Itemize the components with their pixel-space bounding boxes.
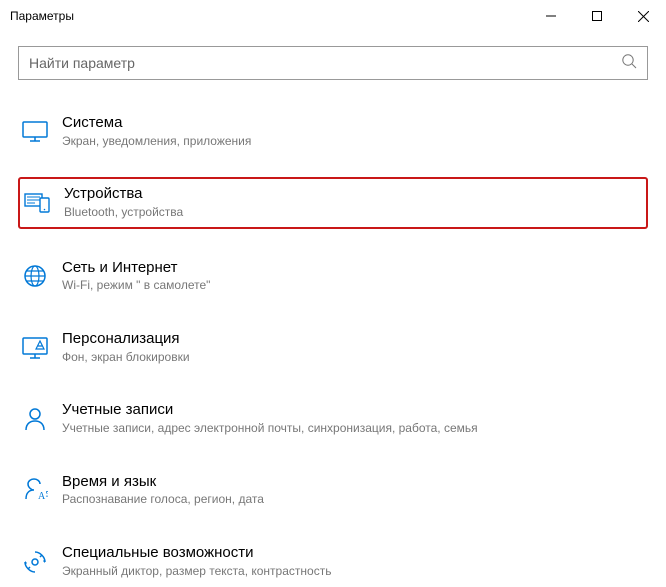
- content-area: Система Экран, уведомления, приложения У…: [0, 32, 666, 587]
- category-subtitle: Wi-Fi, режим " в самолете": [62, 278, 210, 294]
- accounts-icon: [22, 406, 48, 432]
- close-button[interactable]: [620, 0, 666, 32]
- system-icon: [22, 119, 48, 145]
- category-title: Специальные возможности: [62, 544, 331, 563]
- category-personalization[interactable]: Персонализация Фон, экран блокировки: [18, 322, 648, 373]
- category-title: Сеть и Интернет: [62, 259, 210, 278]
- category-subtitle: Экранный диктор, размер текста, контраст…: [62, 564, 331, 580]
- category-subtitle: Фон, экран блокировки: [62, 350, 190, 366]
- minimize-button[interactable]: [528, 0, 574, 32]
- category-time[interactable]: A字 Время и язык Распознавание голоса, ре…: [18, 465, 648, 516]
- category-devices[interactable]: Устройства Bluetooth, устройства: [18, 177, 648, 228]
- category-network[interactable]: Сеть и Интернет Wi-Fi, режим " в самолет…: [18, 251, 648, 302]
- category-subtitle: Распознавание голоса, регион, дата: [62, 492, 264, 508]
- search-input[interactable]: [29, 55, 621, 71]
- devices-icon: [24, 190, 50, 216]
- personalization-icon: [22, 335, 48, 361]
- category-subtitle: Bluetooth, устройства: [64, 205, 183, 221]
- search-box[interactable]: [18, 46, 648, 80]
- close-icon: [638, 11, 649, 22]
- time-icon: A字: [22, 477, 48, 503]
- window-title: Параметры: [10, 9, 74, 23]
- category-title: Учетные записи: [62, 401, 478, 420]
- ease-icon: [22, 549, 48, 575]
- titlebar: Параметры: [0, 0, 666, 32]
- network-icon: [22, 263, 48, 289]
- category-ease[interactable]: Специальные возможности Экранный диктор,…: [18, 536, 648, 587]
- category-title: Система: [62, 114, 251, 133]
- categories-list: Система Экран, уведомления, приложения У…: [18, 106, 648, 587]
- category-system[interactable]: Система Экран, уведомления, приложения: [18, 106, 648, 157]
- svg-text:A字: A字: [38, 489, 48, 502]
- category-accounts[interactable]: Учетные записи Учетные записи, адрес эле…: [18, 393, 648, 444]
- category-title: Устройства: [64, 185, 183, 204]
- category-subtitle: Учетные записи, адрес электронной почты,…: [62, 421, 478, 437]
- category-subtitle: Экран, уведомления, приложения: [62, 134, 251, 150]
- search-icon: [621, 53, 637, 74]
- maximize-button[interactable]: [574, 0, 620, 32]
- category-title: Время и язык: [62, 473, 264, 492]
- minimize-icon: [546, 11, 556, 21]
- category-title: Персонализация: [62, 330, 190, 349]
- window-controls: [528, 0, 666, 32]
- maximize-icon: [592, 11, 602, 21]
